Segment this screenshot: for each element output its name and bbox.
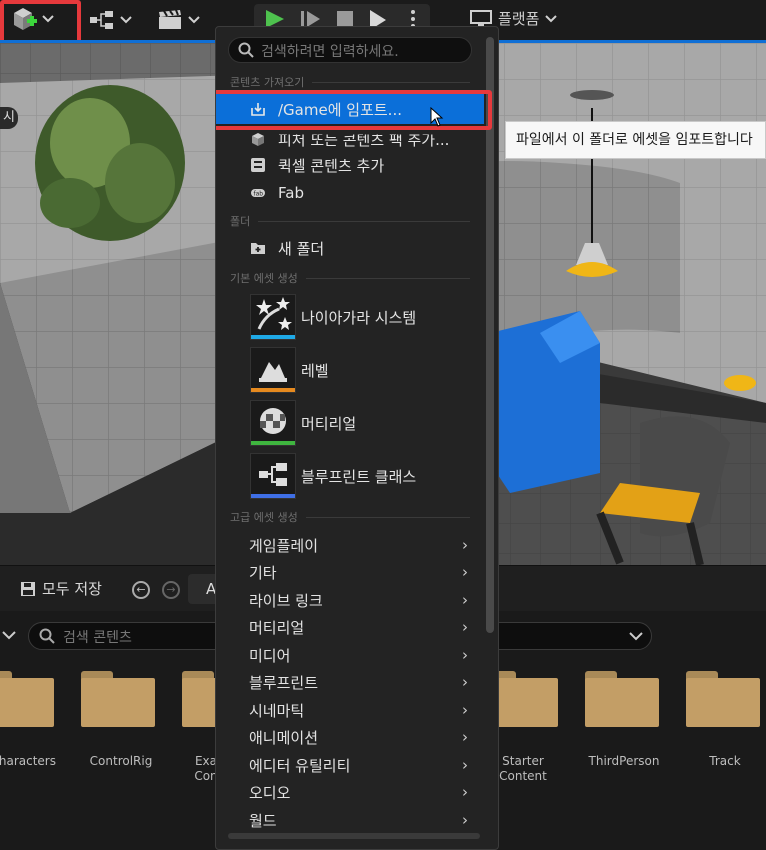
chevron-down-icon bbox=[545, 14, 558, 22]
blueprint-class-icon bbox=[250, 453, 296, 499]
back-button[interactable]: ← bbox=[132, 581, 150, 599]
folder-icon[interactable] bbox=[585, 671, 659, 727]
search-icon bbox=[39, 628, 55, 644]
new-folder-icon bbox=[251, 243, 265, 254]
new-folder-menu-item[interactable]: 새 폴더 bbox=[216, 236, 484, 260]
folder-icon[interactable] bbox=[81, 671, 155, 727]
menu-bottom-scrollbar[interactable] bbox=[228, 833, 480, 839]
chevron-right-icon: › bbox=[462, 591, 468, 609]
add-content-menu: 검색하려면 입력하세요. 콘텐츠 가져오기 /Game에 임포트... 피처 또… bbox=[215, 26, 499, 850]
section-advanced-assets: 고급 에셋 생성 bbox=[230, 509, 470, 525]
advanced-item-audio[interactable]: 오디오 › bbox=[216, 780, 484, 804]
niagara-system-menu-item[interactable]: 나이아가라 시스템 bbox=[216, 292, 484, 342]
fab-menu-item[interactable]: fab Fab bbox=[216, 181, 484, 205]
chevron-right-icon: › bbox=[462, 701, 468, 719]
chevron-right-icon: › bbox=[462, 618, 468, 636]
chevron-right-icon: › bbox=[462, 673, 468, 691]
level-menu-item[interactable]: 레벨 bbox=[216, 345, 484, 395]
material-label: 머티리얼 bbox=[301, 414, 357, 433]
chevron-down-icon[interactable] bbox=[629, 631, 643, 641]
level-label: 레벨 bbox=[301, 361, 329, 380]
folder-icon[interactable] bbox=[686, 671, 760, 727]
fab-label: Fab bbox=[278, 184, 304, 202]
folder-label: haracters bbox=[0, 754, 56, 768]
advanced-item-world[interactable]: 월드 › bbox=[216, 808, 484, 832]
fab-icon: fab bbox=[251, 189, 265, 198]
clapperboard-icon bbox=[159, 10, 181, 29]
save-icon bbox=[21, 581, 35, 596]
material-menu-item[interactable]: 머티리얼 bbox=[216, 398, 484, 448]
save-all-label: 모두 저장 bbox=[42, 580, 102, 598]
feature-pack-label: 피처 또는 콘텐츠 팩 추가... bbox=[278, 130, 450, 149]
svg-text:fab: fab bbox=[254, 191, 264, 198]
stop-icon[interactable] bbox=[336, 11, 354, 27]
chevron-right-icon: › bbox=[462, 783, 468, 801]
menu-search-input[interactable]: 검색하려면 입력하세요. bbox=[228, 37, 472, 63]
blueprints-button[interactable] bbox=[90, 11, 132, 29]
chevron-right-icon: › bbox=[462, 646, 468, 664]
cinematics-button[interactable] bbox=[158, 10, 200, 30]
forward-button[interactable]: → bbox=[162, 581, 180, 599]
chevron-right-icon: › bbox=[462, 563, 468, 581]
viewport-side-label: 시 bbox=[0, 107, 18, 129]
save-all-button[interactable]: 모두 저장 bbox=[20, 578, 102, 599]
new-folder-label: 새 폴더 bbox=[278, 239, 325, 258]
section-basic-assets: 기본 에셋 생성 bbox=[230, 270, 470, 286]
chevron-down-icon bbox=[188, 16, 200, 24]
blueprint-graph-icon bbox=[90, 11, 113, 29]
advanced-item-media[interactable]: 미디어 › bbox=[216, 643, 484, 667]
search-icon bbox=[238, 42, 254, 58]
advanced-item-editor-utility[interactable]: 에디터 유틸리티 › bbox=[216, 753, 484, 777]
blueprint-class-label: 블루프린트 클래스 bbox=[301, 467, 417, 486]
monitor-icon bbox=[470, 9, 492, 27]
platform-label: 플랫폼 bbox=[498, 10, 540, 28]
feature-pack-menu-item[interactable]: 피처 또는 콘텐츠 팩 추가... bbox=[216, 127, 484, 151]
menu-search-placeholder: 검색하려면 입력하세요. bbox=[261, 44, 399, 60]
section-folder: 폴더 bbox=[230, 213, 470, 229]
folder-label: ThirdPerson bbox=[588, 754, 660, 768]
section-get-content: 콘텐츠 가져오기 bbox=[230, 74, 470, 90]
material-icon bbox=[250, 400, 296, 446]
advanced-item-misc[interactable]: 기타 › bbox=[216, 560, 484, 584]
pack-icon bbox=[252, 133, 264, 146]
blueprint-class-menu-item[interactable]: 블루프린트 클래스 bbox=[216, 451, 484, 501]
chevron-down-icon bbox=[120, 16, 132, 24]
chevron-right-icon: › bbox=[462, 728, 468, 746]
advanced-item-material[interactable]: 머티리얼 › bbox=[216, 615, 484, 639]
chevron-right-icon: › bbox=[462, 811, 468, 829]
folder-icon[interactable] bbox=[0, 671, 54, 727]
import-highlight bbox=[216, 90, 492, 130]
quixel-menu-item[interactable]: 퀵셀 콘텐츠 추가 bbox=[216, 153, 484, 177]
level-icon bbox=[250, 347, 296, 393]
advanced-item-animation[interactable]: 애니메이션 › bbox=[216, 725, 484, 749]
niagara-system-label: 나이아가라 시스템 bbox=[301, 308, 417, 327]
advanced-item-blueprint[interactable]: 블루프린트 › bbox=[216, 670, 484, 694]
chevron-down-icon[interactable] bbox=[2, 629, 16, 641]
advanced-item-cinematics[interactable]: 시네마틱 › bbox=[216, 698, 484, 722]
chevron-right-icon: › bbox=[462, 756, 468, 774]
chevron-right-icon: › bbox=[462, 536, 468, 554]
niagara-icon bbox=[250, 294, 296, 340]
import-tooltip: 파일에서 이 폴더로 에셋을 임포트합니다 bbox=[505, 121, 766, 159]
content-search-placeholder: 검색 콘텐츠 bbox=[63, 630, 132, 646]
quixel-icon bbox=[251, 158, 265, 172]
advanced-item-gameplay[interactable]: 게임플레이 › bbox=[216, 533, 484, 557]
folder-label: Track bbox=[709, 754, 741, 768]
advanced-item-livelink[interactable]: 라이브 링크 › bbox=[216, 588, 484, 612]
cursor-icon bbox=[430, 107, 444, 127]
quixel-label: 퀵셀 콘텐츠 추가 bbox=[278, 156, 385, 175]
folder-label: ControlRig bbox=[89, 754, 153, 768]
